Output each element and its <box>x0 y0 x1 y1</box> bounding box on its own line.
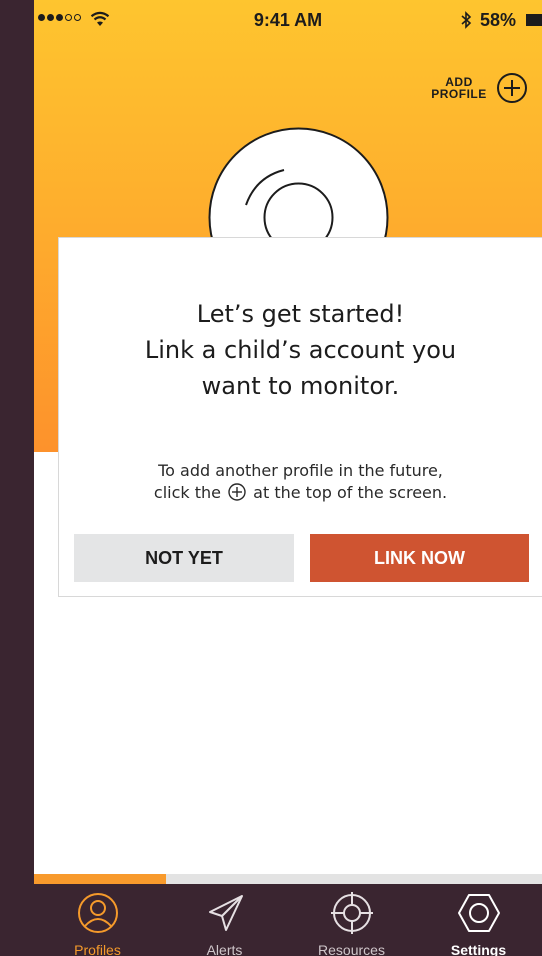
battery-percent: 58% <box>480 10 517 30</box>
hint-text-after: at the top of the screen. <box>253 483 448 502</box>
battery-icon <box>526 14 542 26</box>
tab-label: Settings <box>450 942 507 956</box>
hex-nut-icon <box>457 894 500 932</box>
app-frame: 9:41 AM 58% ADD PROFILE Profiles Alerts … <box>0 0 542 956</box>
tab-label: Profiles <box>74 942 121 956</box>
tab-resources[interactable]: Resources <box>288 884 415 956</box>
tab-bar: Profiles Alerts Resources Settings <box>34 884 542 956</box>
lifebuoy-icon <box>330 892 373 934</box>
status-bar: 9:41 AM 58% <box>34 0 542 40</box>
add-profile-button[interactable]: ADD PROFILE <box>428 72 528 104</box>
dialog-title: Let’s get started! Link a child’s account… <box>144 300 457 400</box>
progress-fill <box>34 874 167 884</box>
add-profile-label: ADD PROFILE <box>431 75 487 101</box>
profile-icon <box>77 893 118 933</box>
plus-circle-icon <box>228 483 246 501</box>
tab-profiles[interactable]: Profiles <box>34 884 161 956</box>
tab-label: Alerts <box>206 942 243 956</box>
onboarding-progress <box>34 874 542 884</box>
plus-circle-icon <box>497 73 527 103</box>
bluetooth-icon <box>461 11 472 29</box>
onboarding-dialog: Let’s get started! Link a child’s account… <box>59 238 542 596</box>
dialog-hint: To add another profile in the future, cl… <box>59 460 542 504</box>
link-now-button[interactable]: LINK NOW <box>310 534 529 582</box>
tab-settings[interactable]: Settings <box>415 884 542 956</box>
not-yet-button[interactable]: NOT YET <box>74 534 294 582</box>
tab-alerts[interactable]: Alerts <box>161 884 288 956</box>
tab-label: Resources <box>318 942 385 956</box>
paper-plane-icon <box>208 895 243 931</box>
